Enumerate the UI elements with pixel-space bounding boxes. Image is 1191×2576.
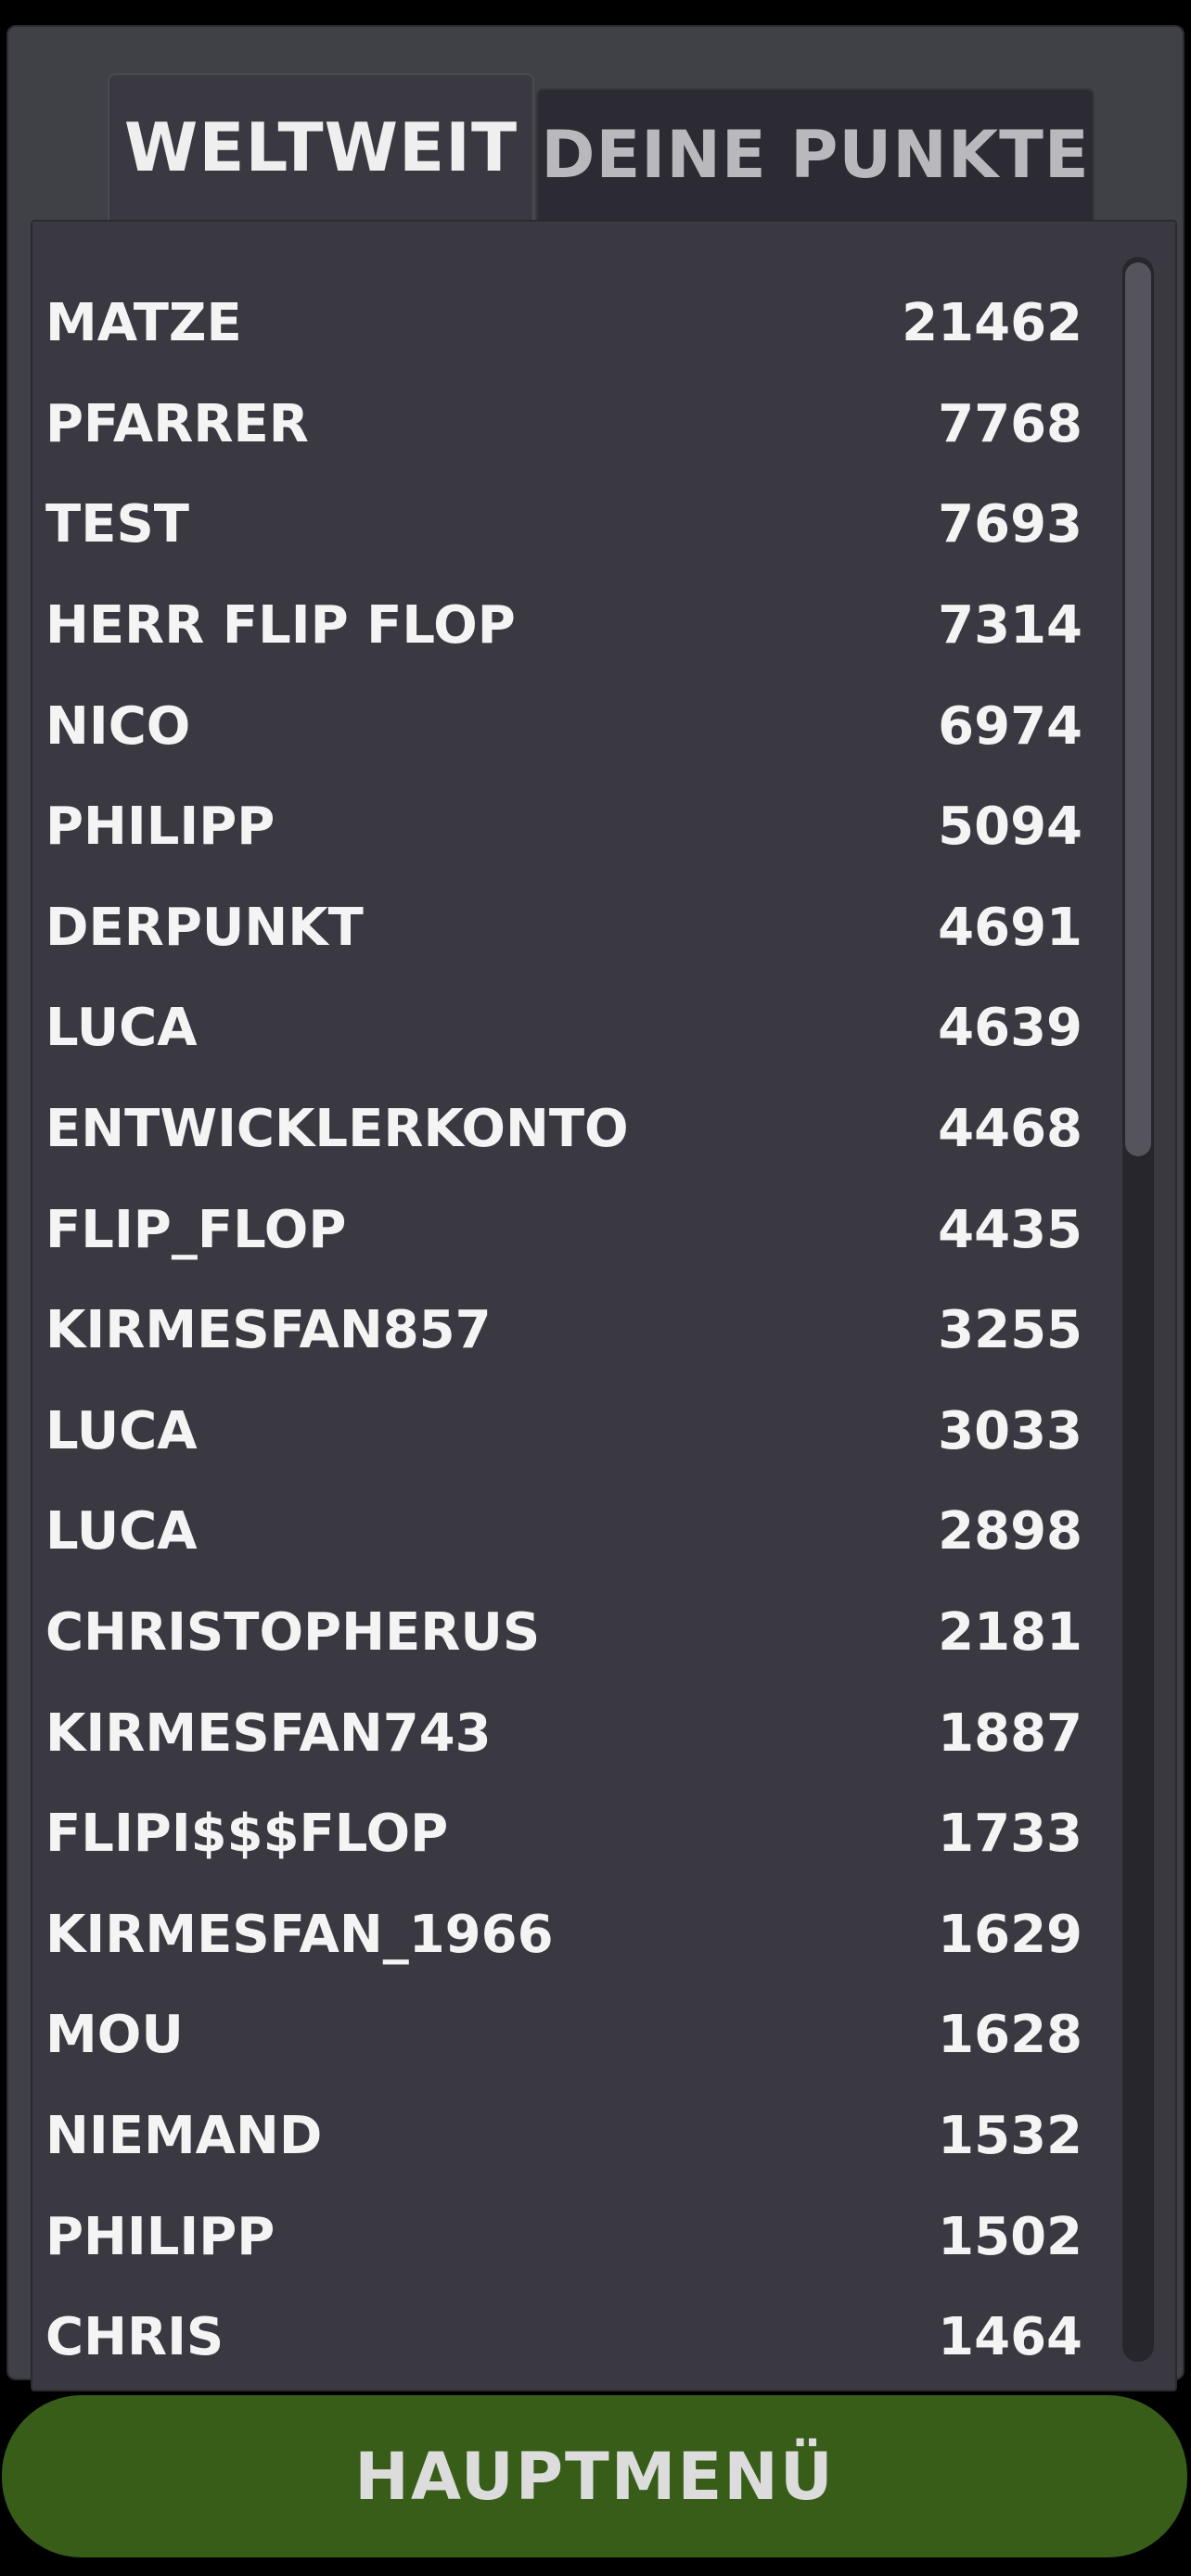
player-score: 4435 [938,1199,1082,1260]
list-item: FLIPI$$$FLOP 1733 [45,1783,1084,1883]
player-name: NIEMAND [45,2105,323,2166]
list-item: DERPUNKT 4691 [45,877,1084,977]
list-item: TEST 7693 [45,474,1084,574]
player-name: KIRMESFAN857 [45,1299,492,1360]
list-item: LUCA 2898 [45,1481,1084,1581]
player-score: 1887 [938,1702,1082,1764]
player-score: 1628 [938,2004,1082,2065]
list-item: CHRISTOPHERUS 2181 [45,1582,1084,1682]
player-name: KIRMESFAN_1966 [45,1904,554,1965]
list-item: NIEMAND 1532 [45,2085,1084,2186]
list-item: CHRIS 1464 [45,2287,1084,2387]
list-item: PHILIPP 1502 [45,2187,1084,2287]
player-name: MATZE [45,292,242,353]
list-item: LUCA 3033 [45,1381,1084,1481]
tab-own-points[interactable]: DEINE PUNKTE [536,88,1095,220]
player-name: PHILIPP [45,2206,275,2267]
player-name: HERR FLIP FLOP [45,594,516,656]
player-name: CHRISTOPHERUS [45,1601,541,1663]
player-score: 4691 [938,897,1082,958]
list-item: PHILIPP 5094 [45,776,1084,876]
player-score: 7693 [938,493,1082,555]
player-name: LUCA [45,1400,198,1461]
leaderboard-list[interactable]: MATZE 21462 PFARRER 7768 TEST 7693 HERR … [31,220,1177,2391]
player-score: 3033 [938,1400,1082,1461]
player-name: FLIPI$$$FLOP [45,1803,449,1864]
player-score: 1464 [938,2306,1082,2367]
list-item: KIRMESFAN_1966 1629 [45,1884,1084,1984]
player-name: TEST [45,493,189,555]
tab-worldwide[interactable]: WELTWEIT [108,73,534,220]
player-name: FLIP_FLOP [45,1199,347,1260]
leaderboard-panel: DEINE PUNKTE WELTWEIT MATZE 21462 PFARRE… [6,25,1185,2391]
list-item: FLIP_FLOP 4435 [45,1180,1084,1280]
player-score: 1502 [938,2206,1082,2267]
player-score: 5094 [938,796,1082,857]
scrollbar-track[interactable] [1122,257,1154,2362]
list-item: KIRMESFAN743 1887 [45,1683,1084,1783]
player-name: ENTWICKLERKONTO [45,1098,629,1159]
player-name: DERPUNKT [45,897,364,958]
list-item: KIRMESFAN857 3255 [45,1280,1084,1380]
player-name: LUCA [45,1500,198,1562]
player-name: KIRMESFAN743 [45,1702,492,1764]
list-item: ENTWICKLERKONTO 4468 [45,1078,1084,1179]
player-score: 7314 [938,594,1082,656]
player-score: 6974 [938,695,1082,757]
player-name: PFARRER [45,393,309,454]
player-score: 1629 [938,1904,1082,1965]
player-score: 7768 [938,393,1082,454]
player-name: MOU [45,2004,184,2065]
player-score: 4468 [938,1098,1082,1159]
list-item: MOU 1628 [45,1984,1084,2085]
player-score: 2181 [938,1601,1082,1663]
player-name: NICO [45,695,191,757]
player-score: 1532 [938,2105,1082,2166]
player-score: 2898 [938,1500,1082,1562]
player-name: PHILIPP [45,796,275,857]
main-menu-button[interactable]: HAUPTMENÜ [2,2395,1187,2557]
player-score: 3255 [938,1299,1082,1360]
player-score: 4639 [938,997,1082,1058]
list-item: PFARRER 7768 [45,374,1084,474]
list-item: NICO 6974 [45,676,1084,776]
scrollbar-thumb[interactable] [1125,262,1151,1156]
player-score: 1733 [938,1803,1082,1864]
player-name: CHRIS [45,2306,224,2367]
list-item: MATZE 21462 [45,273,1084,373]
player-name: LUCA [45,997,198,1058]
list-item: HERR FLIP FLOP 7314 [45,575,1084,675]
player-score: 21462 [902,292,1082,353]
list-item: LUCA 4639 [45,977,1084,1078]
